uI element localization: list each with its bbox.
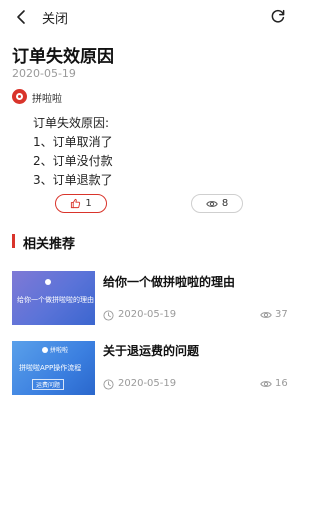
article-body-line: 2、订单没付款: [33, 154, 113, 168]
like-button[interactable]: 1: [55, 194, 107, 213]
section-title: 相关推荐: [23, 237, 76, 252]
author-name: 拼啦啦: [32, 94, 62, 105]
thumb-caption-sub: 运费问题: [32, 379, 65, 390]
section-accent-bar: [12, 234, 15, 248]
thumb-logo-icon: [42, 347, 48, 353]
like-count: 1: [85, 198, 92, 209]
article-body-line: 3、订单退款了: [33, 173, 113, 187]
thumb-logo-text: 拼啦啦: [50, 347, 69, 354]
close-button[interactable]: 关闭: [42, 8, 68, 27]
card-date: 2020-05-19: [118, 378, 177, 389]
chevron-left-icon: [17, 10, 25, 24]
card-date: 2020-05-19: [118, 309, 177, 320]
thumb-caption: 给你一个做拼啦啦的理由: [17, 296, 94, 304]
clock-icon: [103, 310, 114, 321]
article-title: 订单失效原因: [12, 47, 114, 67]
refresh-button[interactable]: [268, 6, 288, 26]
view-count-badge: 8: [191, 194, 243, 213]
clock-icon: [103, 379, 114, 390]
refresh-icon: [271, 9, 285, 23]
eye-icon: [206, 200, 218, 207]
article-body-line: 订单失效原因:: [33, 116, 110, 130]
eye-icon: [260, 312, 272, 318]
eye-icon: [260, 381, 272, 387]
card-views: 37: [275, 309, 288, 320]
author-logo-icon: [12, 89, 27, 104]
card-thumbnail[interactable]: 给你一个做拼啦啦的理由: [12, 271, 95, 325]
card-views: 16: [275, 378, 288, 389]
thumb-logo-icon: [45, 279, 51, 285]
top-bar: 关闭: [0, 0, 297, 34]
view-count: 8: [221, 198, 229, 209]
card-title[interactable]: 给你一个做拼啦啦的理由: [103, 273, 235, 290]
article-date: 2020-05-19: [12, 67, 76, 80]
card-title[interactable]: 关于退运费的问题: [103, 342, 199, 359]
article-body-line: 1、订单取消了: [33, 135, 113, 149]
back-button[interactable]: [12, 7, 32, 27]
thumb-caption: 拼啦啦APP操作流程: [19, 364, 82, 372]
card-thumbnail[interactable]: 拼啦啦 拼啦啦APP操作流程 运费问题: [12, 341, 95, 395]
thumbs-up-icon: [71, 198, 81, 209]
